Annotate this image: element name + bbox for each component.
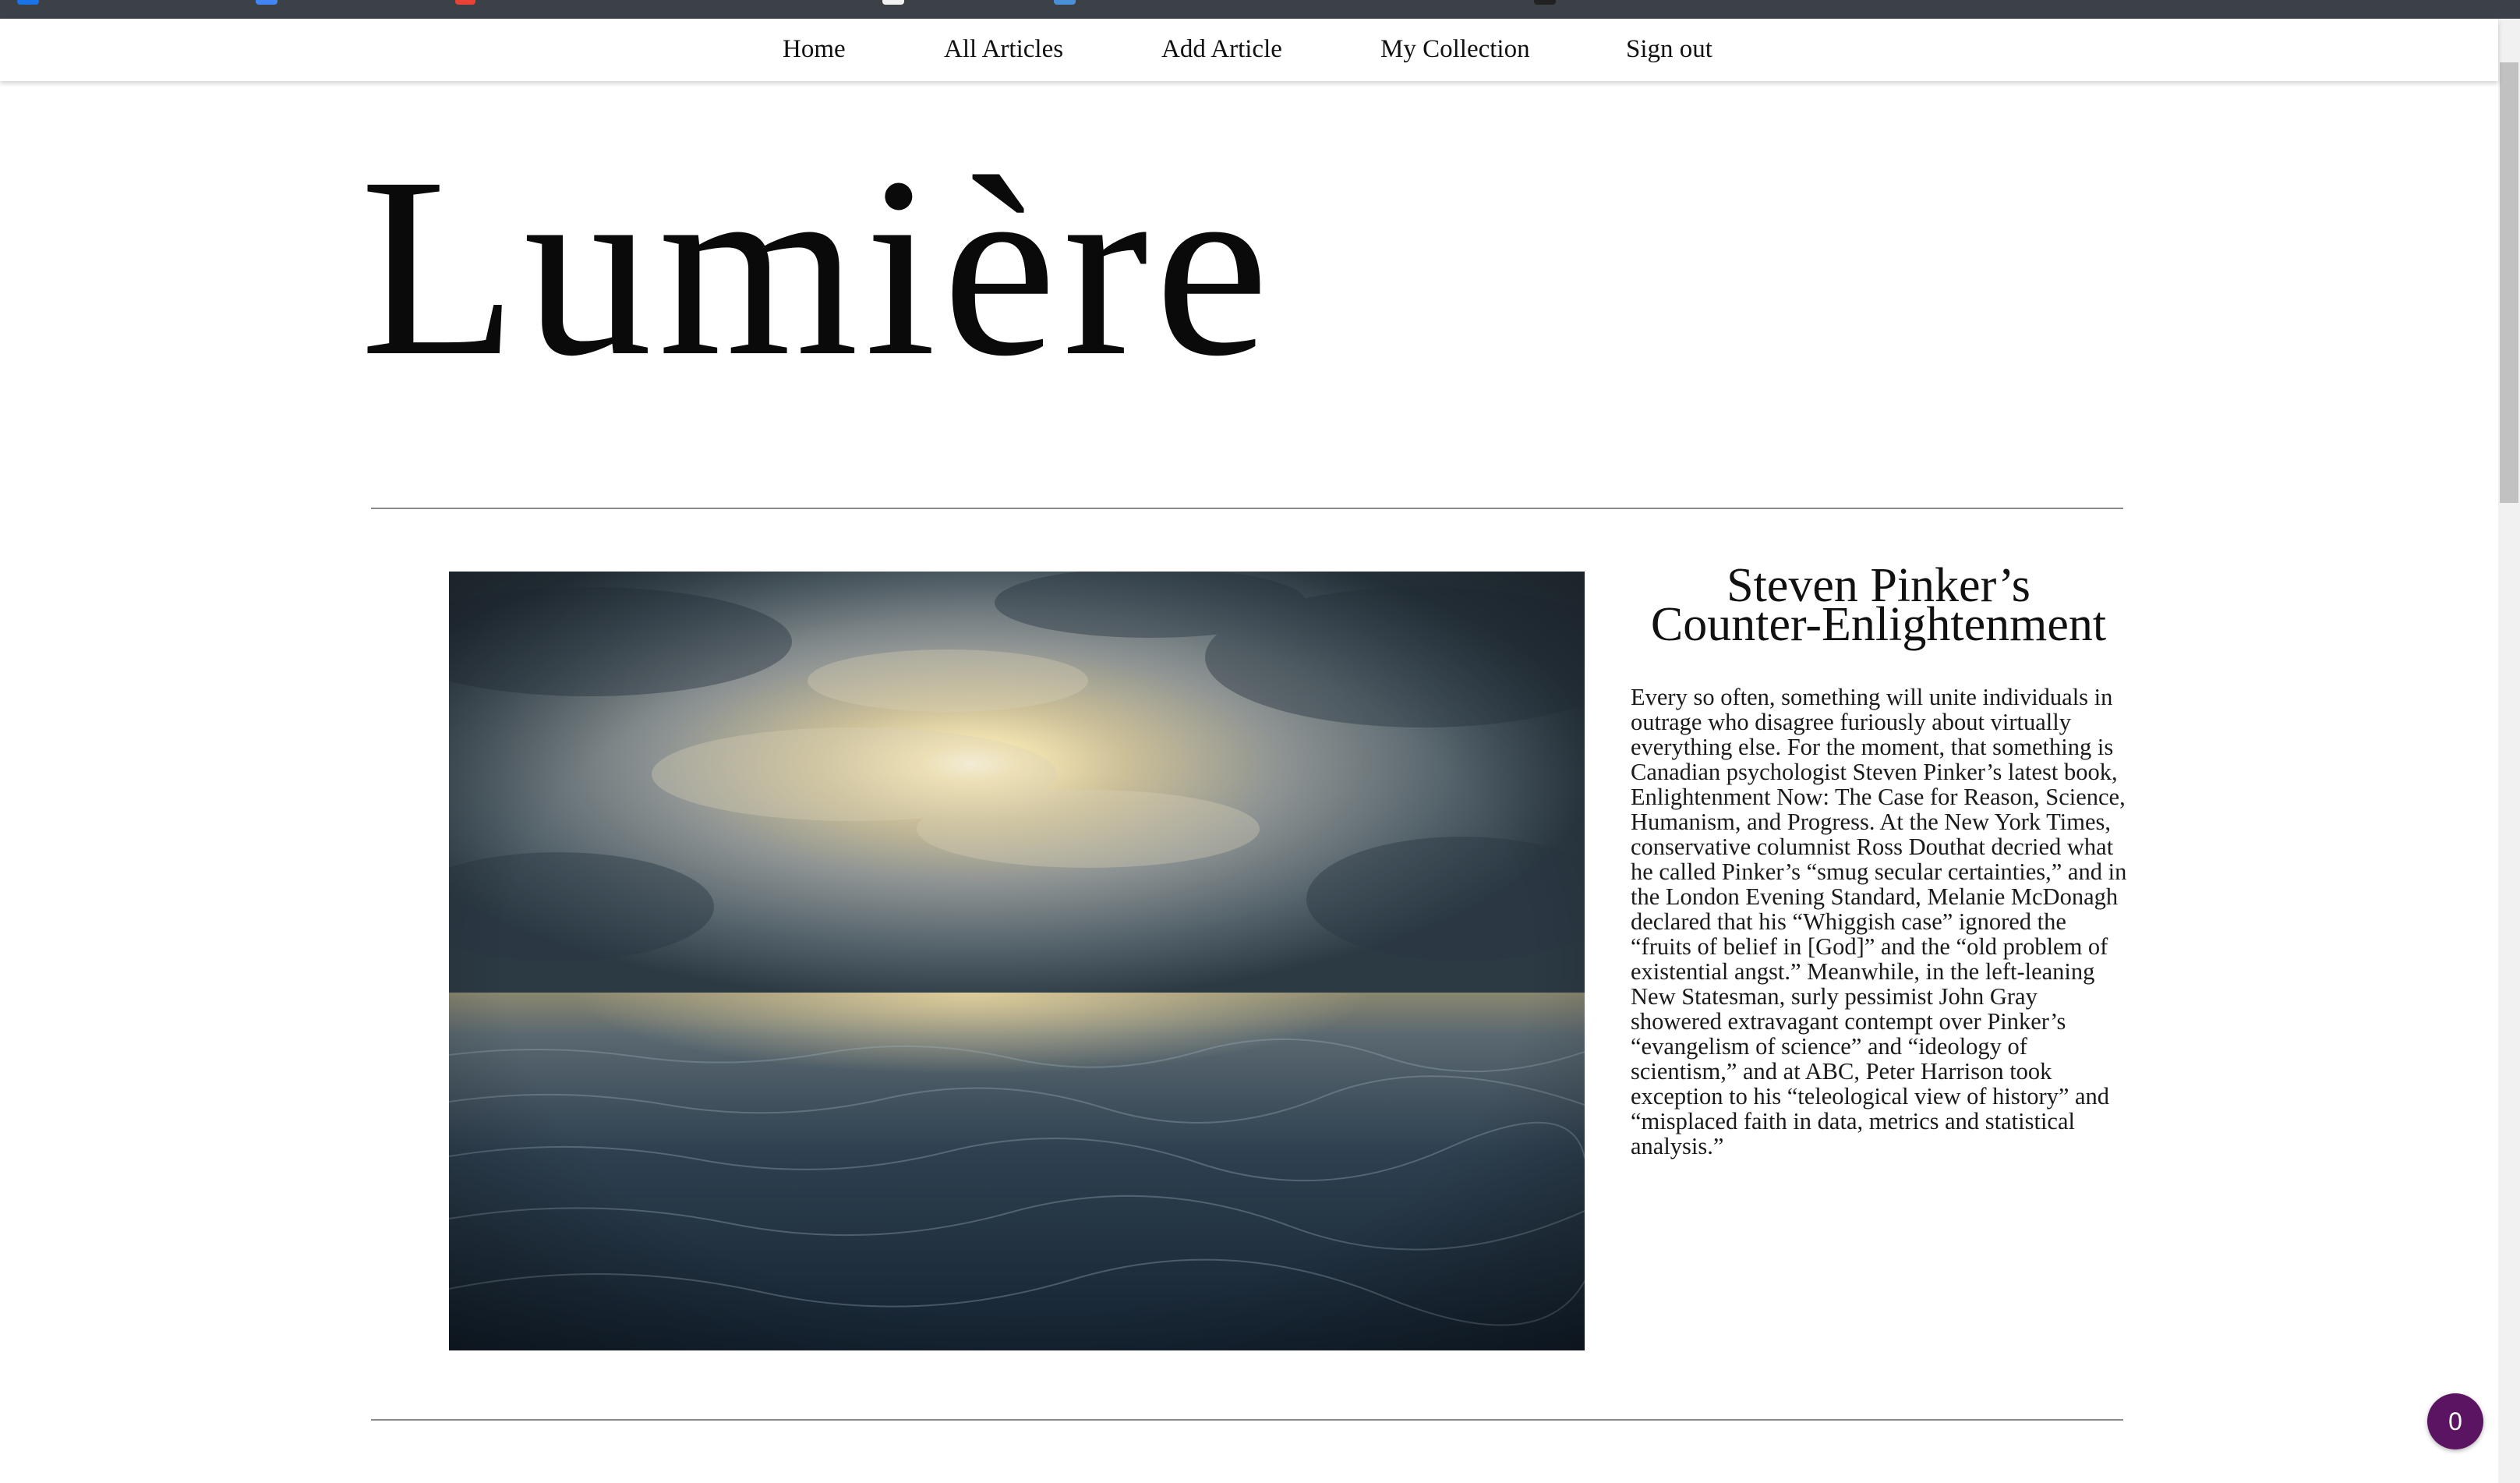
- nav-all-articles-link[interactable]: All Articles: [944, 30, 1063, 69]
- article-excerpt: Every so often, something will unite ind…: [1631, 684, 2127, 1159]
- collection-count-badge[interactable]: 0: [2427, 1393, 2483, 1449]
- bookmark-favicon[interactable]: [882, 0, 904, 5]
- bookmark-favicon[interactable]: [1534, 0, 1556, 5]
- divider-top: [371, 508, 2123, 509]
- site-logo[interactable]: Lumière: [360, 139, 1275, 396]
- divider-bottom: [371, 1419, 2123, 1421]
- bookmark-favicon[interactable]: [1054, 0, 1076, 5]
- article-title[interactable]: Steven Pinker’s Counter-Enlightenment: [1621, 561, 2136, 651]
- nav-add-article-link[interactable]: Add Article: [1161, 30, 1282, 69]
- stormy-sea-sunset-image: [449, 572, 1585, 1350]
- browser-bookmarks-bar: [0, 0, 2520, 19]
- article-hero-image[interactable]: [449, 572, 1585, 1350]
- top-navigation: Home All Articles Add Article My Collect…: [0, 19, 2498, 81]
- nav-home-link[interactable]: Home: [783, 30, 846, 69]
- page-scrollbar[interactable]: [2498, 19, 2520, 1483]
- nav-sign-out-link[interactable]: Sign out: [1626, 30, 1712, 69]
- nav-my-collection-link[interactable]: My Collection: [1380, 30, 1530, 69]
- scrollbar-thumb[interactable]: [2500, 62, 2518, 503]
- bookmark-favicon[interactable]: [256, 0, 277, 5]
- article-title-line2: Counter-Enlightenment: [1650, 598, 2107, 651]
- bookmark-favicon[interactable]: [455, 0, 475, 5]
- bookmark-favicon[interactable]: [17, 0, 39, 5]
